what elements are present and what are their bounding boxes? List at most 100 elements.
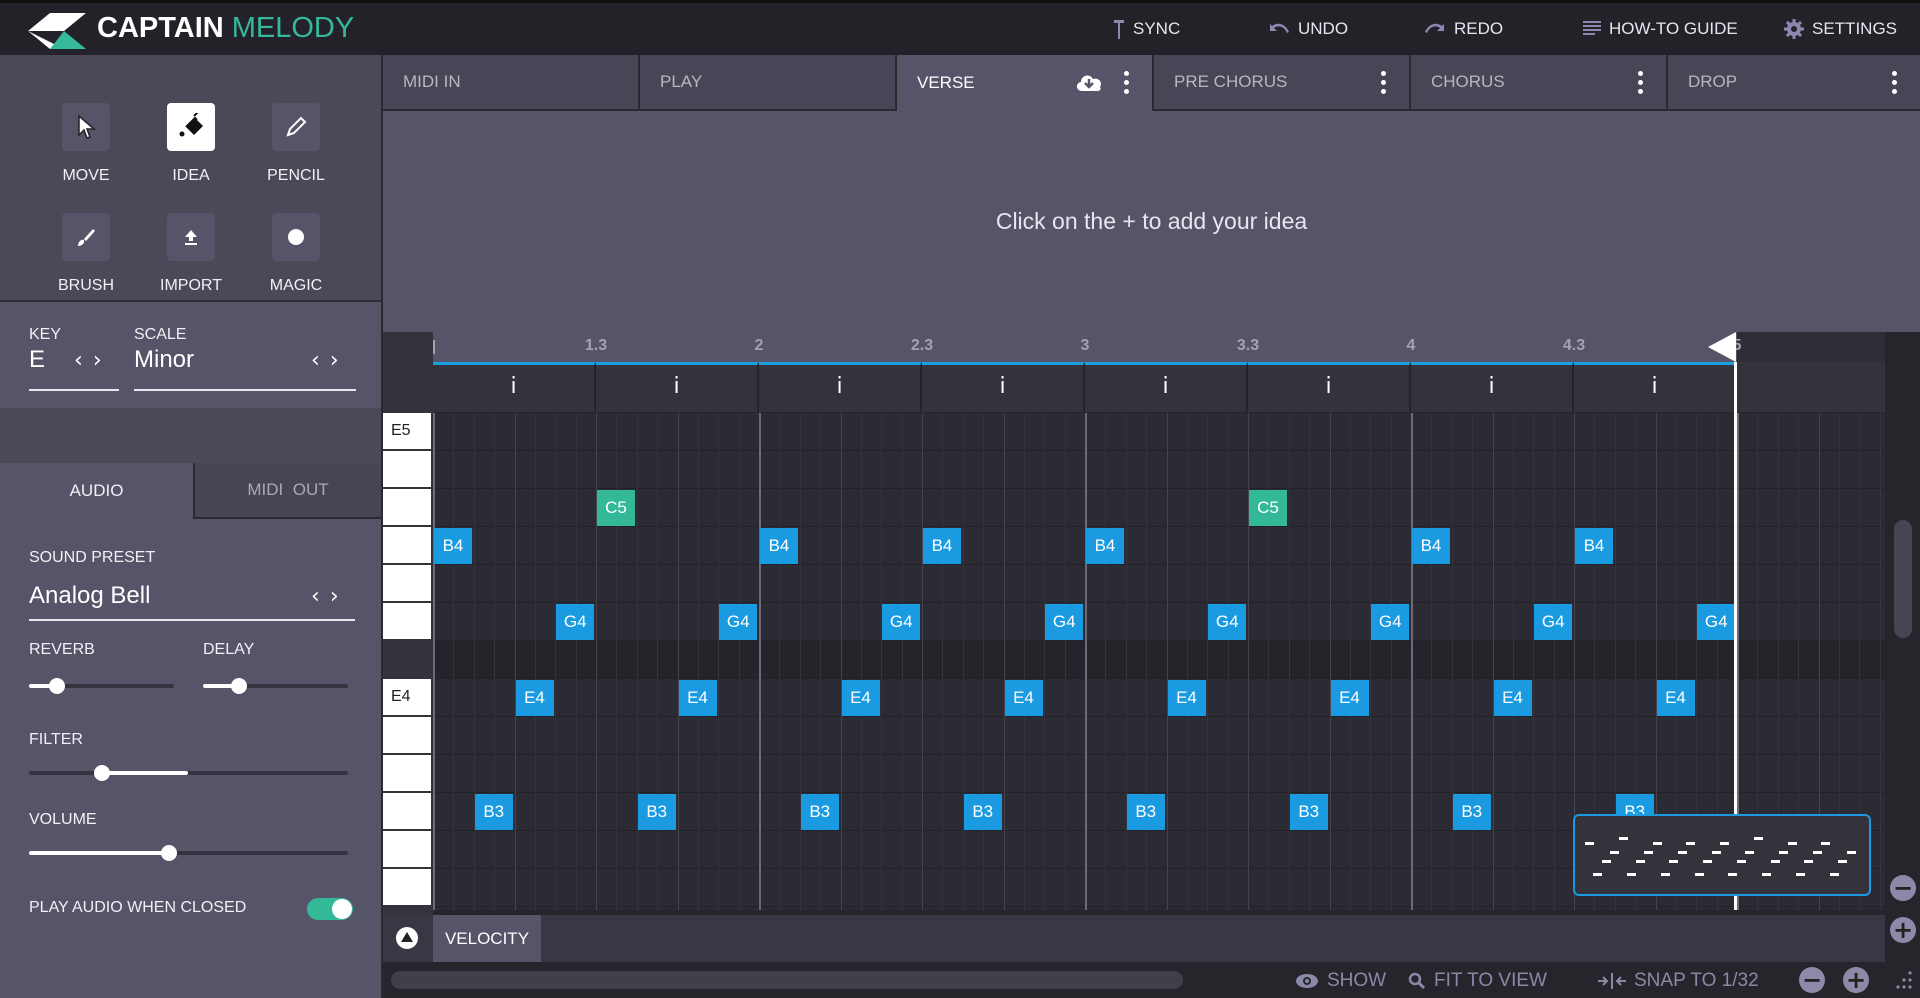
- preset-prev-button[interactable]: ‹: [311, 584, 330, 609]
- volume-slider[interactable]: [29, 845, 348, 861]
- key-value[interactable]: E: [29, 346, 45, 374]
- loop-end-marker[interactable]: [1708, 332, 1736, 362]
- note-g4[interactable]: G4: [1697, 604, 1736, 640]
- delay-knob[interactable]: [231, 678, 248, 694]
- tool-brush[interactable]: BRUSH: [36, 213, 136, 298]
- undo-button[interactable]: UNDO: [1268, 19, 1348, 39]
- chord-block[interactable]: i: [1085, 362, 1248, 412]
- play-when-closed-toggle[interactable]: [307, 898, 353, 920]
- more-options-icon[interactable]: [1892, 71, 1898, 95]
- more-options-icon[interactable]: [1124, 71, 1130, 95]
- resize-grip-icon[interactable]: [1891, 970, 1913, 992]
- filter-knob[interactable]: [94, 765, 111, 781]
- note-b3[interactable]: B3: [637, 794, 676, 830]
- note-b4[interactable]: B4: [1412, 528, 1450, 564]
- sound-preset-value[interactable]: Analog Bell: [29, 582, 150, 610]
- zoom-in-vertical-button[interactable]: +: [1890, 917, 1916, 943]
- tool-idea[interactable]: IDEA: [141, 103, 241, 188]
- note-b4[interactable]: B4: [1086, 528, 1124, 564]
- note-g4[interactable]: G4: [556, 604, 595, 640]
- note-b4[interactable]: B4: [760, 528, 798, 564]
- tab-drop[interactable]: DROP: [1668, 55, 1920, 111]
- delay-slider[interactable]: [203, 678, 348, 694]
- volume-knob[interactable]: [161, 845, 178, 861]
- tool-import[interactable]: IMPORT: [141, 213, 241, 298]
- piano-key[interactable]: [383, 527, 431, 563]
- note-g4[interactable]: G4: [1208, 604, 1247, 640]
- scale-next-button[interactable]: ›: [330, 348, 349, 373]
- piano-key[interactable]: [383, 869, 431, 905]
- idea-area[interactable]: Click on the + to add your idea: [383, 111, 1920, 332]
- note-b3[interactable]: B3: [474, 794, 513, 830]
- note-b3[interactable]: B3: [963, 794, 1002, 830]
- note-b3[interactable]: B3: [1126, 794, 1165, 830]
- chord-block[interactable]: i: [1574, 362, 1737, 412]
- chord-block[interactable]: i: [433, 362, 596, 412]
- filter-slider[interactable]: [29, 765, 348, 781]
- piano-key[interactable]: [383, 603, 431, 639]
- note-c5[interactable]: C5: [1249, 490, 1287, 526]
- zoom-out-button[interactable]: −: [1799, 967, 1825, 993]
- timeline-ruler[interactable]: 1.3 2 2.3 3 3.3 4 4.3 5: [433, 332, 1885, 362]
- note-e4[interactable]: E4: [1656, 680, 1695, 716]
- tab-play[interactable]: PLAY: [640, 55, 897, 111]
- vertical-scrollbar[interactable]: [1894, 520, 1912, 638]
- piano-key[interactable]: [383, 451, 431, 487]
- sync-button[interactable]: SYNC: [1113, 19, 1180, 39]
- fit-to-view-button[interactable]: FIT TO VIEW: [1408, 970, 1547, 992]
- tab-midi-out[interactable]: MIDI OUT: [193, 463, 381, 519]
- note-b3[interactable]: B3: [1289, 794, 1328, 830]
- note-e4[interactable]: E4: [1493, 680, 1532, 716]
- tool-pencil[interactable]: PENCIL: [246, 103, 346, 188]
- note-g4[interactable]: G4: [1534, 604, 1573, 640]
- note-c5[interactable]: C5: [597, 490, 635, 526]
- key-next-button[interactable]: ›: [93, 348, 112, 373]
- note-g4[interactable]: G4: [882, 604, 921, 640]
- note-b4[interactable]: B4: [923, 528, 961, 564]
- tab-audio[interactable]: AUDIO: [0, 463, 193, 519]
- note-b4[interactable]: B4: [1575, 528, 1613, 564]
- scale-prev-button[interactable]: ‹: [311, 348, 330, 373]
- note-e4[interactable]: E4: [678, 680, 717, 716]
- horizontal-scrollbar[interactable]: [391, 971, 1183, 989]
- piano-key[interactable]: [383, 641, 431, 677]
- more-options-icon[interactable]: [1381, 71, 1387, 95]
- note-e4[interactable]: E4: [1330, 680, 1369, 716]
- chord-block[interactable]: i: [922, 362, 1085, 412]
- tool-move[interactable]: MOVE: [36, 103, 136, 188]
- tab-chorus[interactable]: CHORUS: [1411, 55, 1668, 111]
- note-g4[interactable]: G4: [1371, 604, 1410, 640]
- preset-next-button[interactable]: ›: [330, 584, 349, 609]
- piano-key[interactable]: [383, 793, 431, 829]
- tab-midi-in[interactable]: MIDI IN: [383, 55, 640, 111]
- note-g4[interactable]: G4: [1045, 604, 1084, 640]
- note-g4[interactable]: G4: [719, 604, 758, 640]
- note-e4[interactable]: E4: [1167, 680, 1206, 716]
- how-to-guide-button[interactable]: HOW-TO GUIDE: [1583, 19, 1738, 39]
- reverb-slider[interactable]: [29, 678, 174, 694]
- cloud-download-icon[interactable]: [1074, 71, 1104, 97]
- note-e4[interactable]: E4: [841, 680, 880, 716]
- zoom-in-button[interactable]: +: [1843, 967, 1869, 993]
- redo-button[interactable]: REDO: [1424, 19, 1503, 39]
- note-b4[interactable]: B4: [434, 528, 472, 564]
- note-e4[interactable]: E4: [515, 680, 554, 716]
- piano-key[interactable]: [383, 717, 431, 753]
- chord-block[interactable]: i: [1411, 362, 1574, 412]
- piano-key[interactable]: [383, 489, 431, 525]
- piano-key[interactable]: E4: [383, 679, 431, 715]
- tab-verse[interactable]: VERSE: [897, 55, 1154, 111]
- piano-key[interactable]: E5: [383, 413, 431, 449]
- minimap[interactable]: [1573, 814, 1871, 896]
- key-prev-button[interactable]: ‹: [74, 348, 93, 373]
- note-b3[interactable]: B3: [800, 794, 839, 830]
- zoom-out-vertical-button[interactable]: −: [1890, 875, 1916, 901]
- tab-pre-chorus[interactable]: PRE CHORUS: [1154, 55, 1411, 111]
- piano-key[interactable]: [383, 831, 431, 867]
- collapse-velocity-button[interactable]: [396, 927, 418, 949]
- more-options-icon[interactable]: [1638, 71, 1644, 95]
- snap-button[interactable]: SNAP TO 1/32: [1598, 970, 1759, 992]
- chord-block[interactable]: i: [759, 362, 922, 412]
- chord-block[interactable]: i: [596, 362, 759, 412]
- piano-key[interactable]: [383, 565, 431, 601]
